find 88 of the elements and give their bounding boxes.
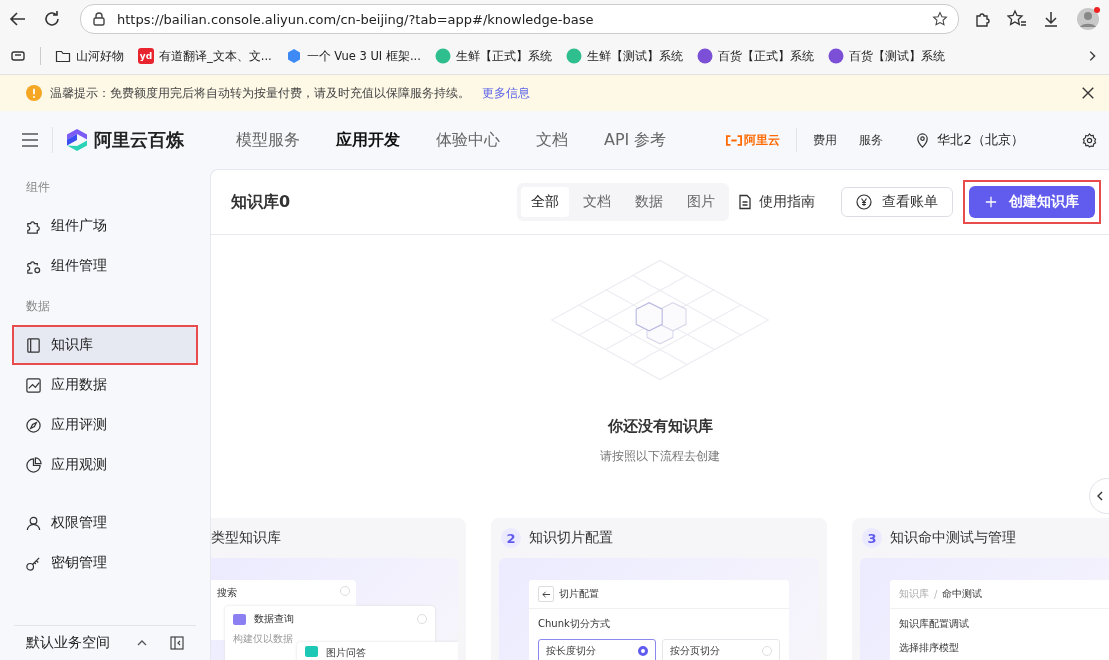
bookmark[interactable]: 一个 Vue 3 UI 框架... <box>285 48 421 64</box>
view-bill-button[interactable]: 查看账单 <box>841 187 953 217</box>
filter-tab[interactable]: 数据 <box>625 187 673 217</box>
step-title: 知识切片配置 <box>529 529 613 547</box>
app-badge-icon: yd <box>138 48 154 64</box>
preview-text: 搜索 <box>217 586 237 600</box>
bookmark[interactable]: 山河好物 <box>55 48 124 64</box>
empty-title: 你还没有知识库 <box>607 417 713 436</box>
brand-name: 阿里云百炼 <box>94 128 184 152</box>
bookmark[interactable]: 生鲜【正式】系统 <box>434 48 552 64</box>
preview-label: 选择排序模型 <box>899 641 960 655</box>
compass-icon <box>25 416 42 434</box>
line-chart-icon <box>25 376 42 394</box>
settings-icon[interactable] <box>1082 132 1097 148</box>
radio-icon <box>417 614 427 624</box>
nav-tab[interactable]: 模型服务 <box>236 129 300 151</box>
location-pin-icon <box>915 132 931 148</box>
preview-label: 知识库配置调试 <box>899 617 970 631</box>
sidebar-item[interactable]: 应用评测 <box>14 407 196 443</box>
region-selector[interactable]: 华北2（北京） <box>915 131 1024 149</box>
folder-icon <box>55 48 71 64</box>
sidebar-item[interactable]: 应用观测 <box>14 447 196 483</box>
nav-tab[interactable]: 文档 <box>536 129 568 151</box>
table-icon <box>233 613 246 625</box>
step-title: 知识命中测试与管理 <box>890 529 1016 547</box>
sidebar-item[interactable]: 组件管理 <box>14 248 196 284</box>
bookmark[interactable]: 生鲜【测试】系统 <box>565 48 683 64</box>
sidebar-item[interactable]: 知识库 <box>14 327 196 363</box>
step-number: 2 <box>501 528 521 548</box>
sidebar-item[interactable]: 应用数据 <box>14 367 196 403</box>
breadcrumb: 命中测试 <box>942 587 983 601</box>
favorites-icon[interactable] <box>1007 9 1027 29</box>
breadcrumb-separator: / <box>934 588 938 600</box>
empty-subtitle: 请按照以下流程去创建 <box>600 448 720 465</box>
preview-label: Chunk切分方式 <box>538 617 611 631</box>
user-icon <box>25 514 42 532</box>
radio-icon <box>340 586 350 596</box>
section-label: 数据 <box>25 298 51 315</box>
document-icon <box>737 194 753 210</box>
filter-tab[interactable]: 图片 <box>677 187 725 217</box>
preview-text: 构建仅以数据 <box>233 632 294 646</box>
plus-icon <box>985 196 997 208</box>
logo-icon <box>65 128 89 152</box>
lock-icon[interactable] <box>91 11 107 27</box>
avatar-icon[interactable] <box>1075 6 1101 32</box>
address-bar[interactable]: https://bailian.console.aliyun.com/cn-beijing/?tab=app#/knowledge-base <box>80 4 959 34</box>
bookmark[interactable]: yd 有道翻译_文本、文... <box>138 48 272 64</box>
notice-text: 温馨提示：免费额度用完后将自动转为按量付费，请及时充值以保障服务持续。 <box>50 84 470 102</box>
create-knowledge-base-button[interactable]: 创建知识库 <box>969 186 1095 218</box>
step-title: 类型知识库 <box>211 529 281 547</box>
filter-tab[interactable]: 全部 <box>521 187 569 217</box>
section-label: 组件 <box>25 179 51 196</box>
book-icon <box>25 336 42 354</box>
guide-link[interactable]: 使用指南 <box>737 193 815 211</box>
bracket-logo-icon <box>726 134 743 146</box>
breadcrumb: 知识库 <box>899 587 929 601</box>
tabs-icon[interactable] <box>10 48 26 64</box>
image-icon <box>305 646 318 657</box>
nav-tab[interactable]: API 参考 <box>604 129 667 151</box>
preview-option: 按分页切分 <box>662 639 780 660</box>
preview-option: 按长度切分 <box>538 639 656 660</box>
header-link[interactable]: 服务 <box>859 131 884 149</box>
cloud-logo-text: 阿里云 <box>744 131 781 149</box>
preview-title: 切片配置 <box>559 587 599 601</box>
page-title: 知识库0 <box>231 191 291 213</box>
close-icon[interactable] <box>1081 86 1095 100</box>
menu-icon[interactable] <box>20 130 40 150</box>
preview-text: 图片问答 <box>326 646 366 660</box>
reload-icon[interactable] <box>42 9 62 29</box>
nav-tab[interactable]: 体验中心 <box>436 129 500 151</box>
pie-chart-icon <box>25 456 42 474</box>
more-info-link[interactable]: 更多信息 <box>482 84 530 102</box>
sidebar-item[interactable]: 密钥管理 <box>14 545 196 581</box>
bookmark[interactable]: 百货【正式】系统 <box>696 48 814 64</box>
workspace-name[interactable]: 默认业务空间 <box>26 634 126 652</box>
preview-text: 数据查询 <box>254 612 294 626</box>
step-number: 3 <box>862 528 882 548</box>
header-link[interactable]: 费用 <box>813 131 838 149</box>
yen-icon <box>856 194 872 210</box>
bookmark[interactable]: 百货【测试】系统 <box>827 48 945 64</box>
collapse-sidebar-icon[interactable] <box>170 636 184 650</box>
sidebar-item[interactable]: 权限管理 <box>14 505 196 541</box>
filter-tab[interactable]: 文档 <box>573 187 621 217</box>
nav-tab[interactable]: 应用开发 <box>336 129 400 151</box>
sidebar-item[interactable]: 组件广场 <box>14 208 196 244</box>
url-text: https://bailian.console.aliyun.com/cn-beijing/?tab=app#/knowledge-base <box>117 11 595 27</box>
star-icon[interactable] <box>932 11 948 27</box>
warning-icon <box>26 85 42 101</box>
